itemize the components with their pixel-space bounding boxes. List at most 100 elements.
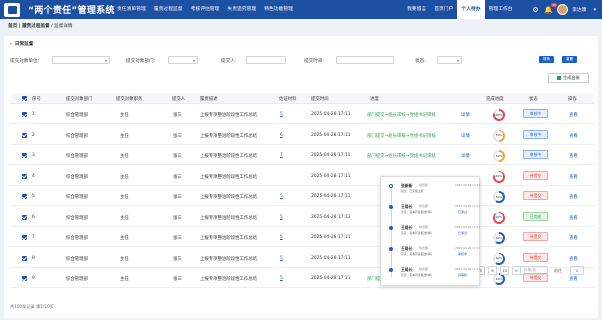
chevron-left-icon[interactable]: ‹ xyxy=(10,42,12,47)
row-dept: 综合管理部 xyxy=(66,113,88,118)
row-view-link[interactable]: 查看 xyxy=(569,153,578,159)
completion-ring: 60% xyxy=(493,191,505,203)
timeline-item: 王局长 综合部 2025-04-28 17:11 意见：基本同意报送材料 审核中 xyxy=(381,245,481,267)
row-dept: 综合管理部 xyxy=(66,215,88,221)
timeline-tag: 已通过 xyxy=(458,231,468,235)
row-checkbox[interactable] xyxy=(22,276,27,281)
row-view-link[interactable]: 查看 xyxy=(569,215,578,221)
nav-item-1[interactable]: 责任清单管理 xyxy=(113,0,150,19)
table-row: 1 综合管理部 主任 张三 上报专项整治阶段性工作总结 5 2025-04-28 17:11… xyxy=(10,105,594,124)
dept-filter-select[interactable]: ▾ xyxy=(168,56,198,64)
row-no: 1 xyxy=(32,112,35,117)
nav-item-4[interactable]: 失责追究管理 xyxy=(223,0,260,19)
row-dept: 综合管理部 xyxy=(66,277,88,282)
row-detail-link[interactable]: 详情 xyxy=(461,133,470,139)
row-dept: 综合管理部 xyxy=(66,256,88,262)
row-view-link[interactable]: 查看 xyxy=(569,194,578,200)
timeline-time: 2025-04-28 17:11 xyxy=(455,246,481,251)
row-detail-link[interactable]: 详情 xyxy=(461,112,470,118)
page-button[interactable]: 10 xyxy=(500,266,509,275)
timeline-time: 2025-04-28 17:11 xyxy=(455,267,481,272)
main-nav: 责任清单管理 履责过程监督 考核评估管理 失责追究管理 特色功能管理 xyxy=(113,0,297,19)
row-progress: 部门提交→组长审核→党组书记审核 xyxy=(367,133,436,139)
table-row: 3 综合管理部 主任 张三 上报专项整治阶段性工作总结 7 2025-04-28 17:11… xyxy=(10,146,594,165)
row-checkbox[interactable] xyxy=(22,112,27,117)
table-row: 5 综合管理部 主任 张三 上报专项整治阶段性工作总结 5 2025-04-28 17:11… xyxy=(10,187,594,206)
row-view-link[interactable]: 查看 xyxy=(569,112,578,118)
row-detail-link[interactable]: 详情 xyxy=(461,153,470,159)
nav-item-2[interactable]: 履责过程监督 xyxy=(150,0,187,19)
completion-ring: 80% xyxy=(493,170,505,183)
row-files-link[interactable]: 5 xyxy=(280,194,283,199)
row-dept: 综合管理部 xyxy=(66,133,88,139)
row-checkbox[interactable] xyxy=(22,214,27,220)
person-filter-input[interactable] xyxy=(246,56,286,64)
page-size-select[interactable]: 10条/页 xyxy=(520,266,548,275)
status-filter-select[interactable]: ▾ xyxy=(437,56,462,64)
row-desc: 上报专项整治阶段性工作总结 xyxy=(200,154,258,159)
goto-input[interactable]: 1 xyxy=(570,266,584,275)
bell-icon[interactable]: 🔔 10 xyxy=(544,3,557,14)
timeline-dot xyxy=(389,184,393,188)
row-files-link[interactable]: 5 xyxy=(280,112,283,117)
time-filter-input[interactable] xyxy=(336,56,394,64)
user-name[interactable]: 李达康 xyxy=(572,6,586,13)
row-view-link[interactable]: 查看 xyxy=(569,256,578,262)
completion-ring-label: 80% xyxy=(494,172,504,181)
nav-right-item-1[interactable]: 我要留言 xyxy=(403,0,430,19)
row-view-link[interactable]: 查看 xyxy=(569,174,578,180)
col-status: 状态 xyxy=(529,97,538,102)
row-checkbox[interactable] xyxy=(22,194,27,199)
secondary-nav: 我要留言 首页门户 个人待办 管理工作台 xyxy=(403,0,517,19)
nav-item-5[interactable]: 特色功能管理 xyxy=(260,0,297,19)
page-button[interactable]: 9 xyxy=(488,266,497,275)
row-time: 2025-04-28 17:11 xyxy=(311,173,351,179)
row-time: 2025-04-28 17:11 xyxy=(311,214,351,220)
select-all-checkbox[interactable] xyxy=(22,96,27,101)
row-view-link[interactable]: 查看 xyxy=(569,235,578,241)
row-person: 张三 xyxy=(173,277,182,282)
dept-filter-label: 提交对象部门: xyxy=(126,59,156,64)
reset-button[interactable]: 重置 xyxy=(562,56,577,63)
export-ledger-button[interactable]: 生成台账 xyxy=(548,73,589,83)
nav-right-item-2[interactable]: 首页门户 xyxy=(430,0,457,19)
status-badge: 待提交 xyxy=(523,191,548,200)
row-view-link[interactable]: 查看 xyxy=(569,133,578,139)
status-badge: 待提交 xyxy=(523,252,548,262)
row-desc: 上报专项整治阶段性工作总结 xyxy=(200,215,258,221)
row-no: 8 xyxy=(32,255,35,261)
row-view-link[interactable]: 查看 xyxy=(569,276,578,282)
completion-ring: 60% xyxy=(493,232,505,244)
row-files-link[interactable]: 5 xyxy=(280,256,283,261)
row-desc: 上报专项整治阶段性工作总结 xyxy=(200,277,258,282)
breadcrumb-parent[interactable]: 首页 | 履责过程监督 xyxy=(8,24,50,29)
nav-right-item-3[interactable]: 个人待办 xyxy=(457,0,485,19)
completion-ring: 60% xyxy=(493,252,505,265)
unit-filter-select[interactable]: ▾ xyxy=(52,56,110,64)
breadcrumb-current: 监督详情 xyxy=(54,24,73,29)
col-no: 序号 xyxy=(32,97,41,102)
export-ledger-label: 生成台账 xyxy=(563,75,580,80)
gear-icon[interactable]: ⚙ xyxy=(531,5,540,14)
row-checkbox[interactable] xyxy=(22,255,27,261)
nav-item-3[interactable]: 考核评估管理 xyxy=(187,0,224,19)
avatar[interactable] xyxy=(557,4,568,15)
nav-right-item-4[interactable]: 管理工作台 xyxy=(485,0,517,19)
row-checkbox[interactable] xyxy=(22,132,27,138)
timeline-role: 综合部 xyxy=(419,183,429,188)
search-button[interactable]: 搜索 xyxy=(539,56,554,63)
table-row: 8 综合管理部 主任 张三 上报专项整治阶段性工作总结 5 2025-04-28 17:11… xyxy=(10,249,594,268)
row-files-link[interactable]: 7 xyxy=(280,153,283,158)
timeline-note: 意见：基本同意报送材料 xyxy=(401,273,432,277)
row-checkbox[interactable] xyxy=(22,153,27,158)
row-post: 主任 xyxy=(120,236,129,241)
row-checkbox[interactable] xyxy=(22,235,27,240)
row-checkbox[interactable] xyxy=(22,173,27,179)
row-files-link[interactable]: 5 xyxy=(280,276,283,281)
row-files-link[interactable]: 5 xyxy=(280,235,283,240)
row-files-link[interactable]: 5 xyxy=(280,215,283,220)
chevron-down-icon[interactable]: ▾ xyxy=(590,5,599,14)
timeline-dot xyxy=(389,226,393,230)
row-files-link[interactable]: 6 xyxy=(280,133,283,138)
row-person: 张三 xyxy=(173,256,182,262)
